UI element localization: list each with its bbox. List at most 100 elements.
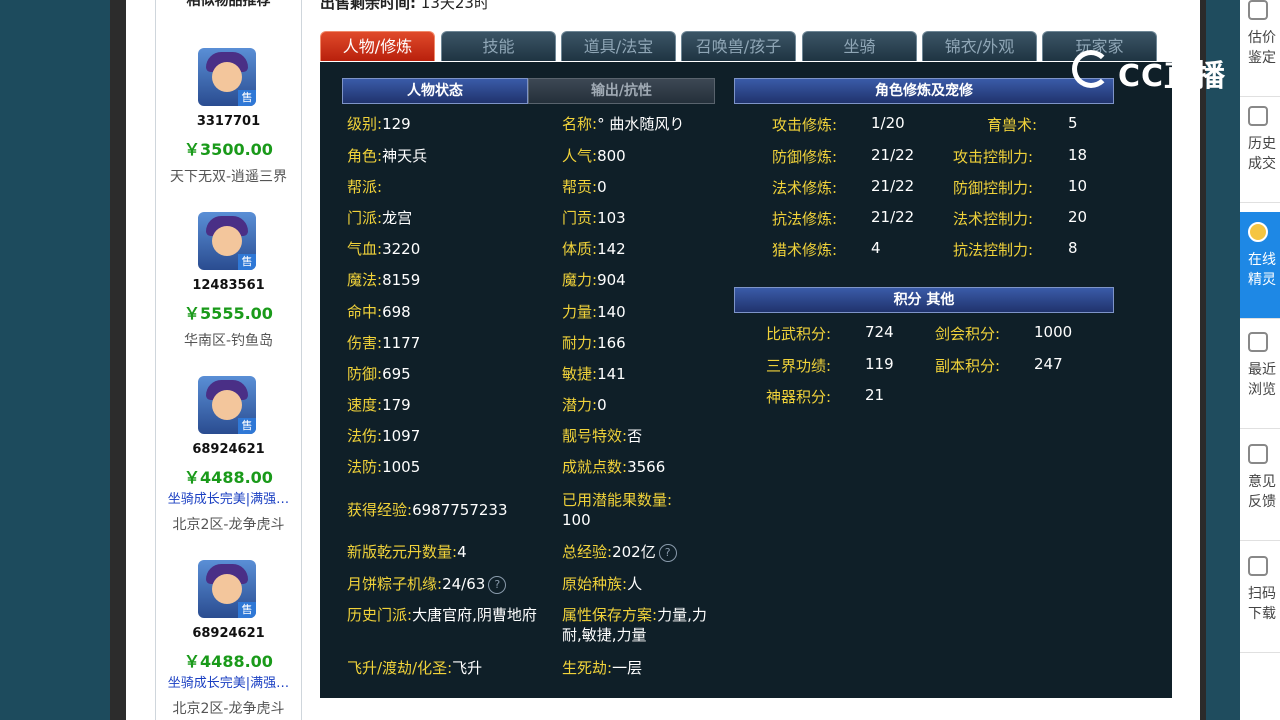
field-mp: 魔法:8159 — [347, 271, 421, 289]
field-school-contrib: 门贡:103 — [562, 209, 626, 227]
status-header[interactable]: 人物状态 — [342, 78, 528, 104]
points-label: 副本积分: — [935, 357, 1001, 375]
field-magic-power: 魔力:904 — [562, 271, 626, 289]
cc-live-logo: CC直播 — [1070, 48, 1240, 94]
field-name: 名称:° 曲水随风り — [562, 115, 685, 133]
field-hit: 命中:698 — [347, 303, 411, 321]
rp-recent[interactable]: 最近 浏览 — [1240, 322, 1280, 429]
cult-value: 8 — [1068, 239, 1078, 257]
avatar[interactable]: 售 — [198, 560, 256, 618]
left-background — [0, 0, 110, 720]
item-server: 北京2区-龙争虎斗 — [172, 701, 285, 717]
field-potential: 潜力:0 — [562, 396, 607, 414]
similar-item[interactable]: 售 68924621 ￥4488.00 坐骑成长完美|满强… 北京2区-龙争虎斗 — [156, 560, 301, 720]
item-server: 北京2区-龙争虎斗 — [172, 517, 285, 533]
field-achievement: 成就点数:3566 — [562, 458, 666, 476]
tab-character[interactable]: 人物/修炼 — [320, 31, 435, 61]
cult-value: 21/22 — [871, 208, 915, 226]
rp-history[interactable]: 历史 成交 — [1240, 96, 1280, 203]
field-feisheng: 飞升/渡劫/化圣:飞升 — [347, 659, 483, 677]
item-desc-link[interactable]: 坐骑成长完美|满强… — [156, 488, 301, 507]
cult-label: 育兽术: — [987, 116, 1038, 134]
help-icon[interactable]: ? — [488, 575, 507, 594]
points-value: 119 — [865, 355, 894, 373]
field-defense: 防御:695 — [347, 365, 411, 383]
field-popularity: 人气:800 — [562, 147, 626, 165]
help-icon[interactable]: ? — [658, 543, 677, 562]
rp-online-spirit[interactable]: 在线 精灵 — [1240, 212, 1280, 319]
tab-items[interactable]: 道具/法宝 — [561, 31, 676, 61]
tab-pets[interactable]: 召唤兽/孩子 — [681, 31, 796, 61]
cult-value: 4 — [871, 239, 881, 257]
field-guild-contrib: 帮贡:0 — [562, 178, 607, 196]
field-level: 级别:129 — [347, 115, 411, 133]
field-magic-defense: 法防:1005 — [347, 458, 421, 476]
left-scroll-strip — [110, 0, 126, 720]
cult-label: 猎术修炼: — [772, 241, 838, 259]
item-price: ￥3500.00 — [184, 140, 273, 159]
output-resist-header[interactable]: 输出/抗性 — [528, 78, 715, 104]
rp-estimate[interactable]: 估价 鉴定 — [1240, 0, 1280, 97]
item-server: 华南区-钓鱼岛 — [183, 333, 274, 349]
field-shengsijie: 生死劫:一层 — [562, 659, 643, 677]
tab-appearance[interactable]: 锦衣/外观 — [922, 31, 1037, 61]
cult-label: 攻击修炼: — [772, 116, 838, 134]
field-history-school: 历史门派:大唐官府,阴曹地府 — [347, 606, 537, 624]
rp-feedback[interactable]: 意见 反馈 — [1240, 434, 1280, 541]
points-label: 比武积分: — [766, 325, 832, 343]
cult-value: 10 — [1068, 177, 1088, 195]
cult-label: 防御控制力: — [953, 179, 1034, 197]
similar-item[interactable]: 售 3317701 ￥3500.00 天下无双-逍遥三界 — [156, 48, 301, 208]
cult-value: 21/22 — [871, 146, 915, 164]
rp-download[interactable]: 扫码 下载 — [1240, 546, 1280, 653]
field-role: 角色:神天兵 — [347, 147, 428, 165]
cc-logo-text: CC直播 — [1118, 59, 1227, 94]
cult-value: 18 — [1068, 146, 1088, 164]
tab-mounts[interactable]: 坐骑 — [802, 31, 917, 61]
field-school: 门派:龙宫 — [347, 209, 413, 227]
cult-label: 抗法控制力: — [953, 241, 1034, 259]
cult-value: 1/20 — [871, 114, 905, 132]
field-agility: 敏捷:141 — [562, 365, 626, 383]
item-desc-link[interactable]: 坐骑成长完美|满强… — [156, 672, 301, 691]
field-hp: 气血:3220 — [347, 240, 421, 258]
sale-tag: 售 — [238, 602, 256, 618]
points-value: 247 — [1034, 355, 1063, 373]
item-id: 12483561 — [192, 278, 265, 293]
similar-items-title: 相似物品推荐 — [186, 0, 271, 9]
sale-time-label: 出售剩余时间: — [320, 0, 416, 12]
sale-tag: 售 — [238, 418, 256, 434]
tab-skills[interactable]: 技能 — [441, 31, 556, 61]
edit-icon — [1248, 444, 1268, 464]
cultivation-header: 角色修炼及宠修 — [734, 78, 1114, 104]
check-icon — [1248, 106, 1268, 126]
item-id: 68924621 — [192, 626, 265, 641]
sale-time-value: 13天23时 — [420, 0, 489, 12]
points-label: 神器积分: — [766, 388, 832, 406]
item-id: 68924621 — [192, 442, 265, 457]
sale-tag: 售 — [238, 90, 256, 106]
item-server: 天下无双-逍遥三界 — [169, 169, 288, 185]
clock-icon — [1248, 332, 1268, 352]
field-constitution: 体质:142 — [562, 240, 626, 258]
right-float-panel: 估价 鉴定 历史 成交 在线 精灵 最近 浏览 意见 反馈 扫码 下载 — [1240, 0, 1280, 720]
avatar-icon — [1248, 222, 1268, 242]
similar-item[interactable]: 售 12483561 ￥5555.00 华南区-钓鱼岛 — [156, 212, 301, 372]
cult-value: 20 — [1068, 208, 1088, 226]
gear-icon — [1248, 0, 1268, 20]
sale-tag: 售 — [238, 254, 256, 270]
item-price: ￥5555.00 — [184, 304, 273, 323]
avatar[interactable]: 售 — [198, 48, 256, 106]
cult-value: 21/22 — [871, 177, 915, 195]
cult-value: 5 — [1068, 114, 1078, 132]
field-attr-plan: 属性保存方案:力量,力耐,敏捷,力量 — [562, 606, 707, 644]
cc-logo-icon — [1072, 50, 1110, 88]
points-label: 剑会积分: — [935, 325, 1001, 343]
field-damage: 伤害:1177 — [347, 334, 421, 352]
points-value: 21 — [865, 386, 885, 404]
cult-label: 防御修炼: — [772, 148, 838, 166]
scan-icon — [1248, 556, 1268, 576]
avatar[interactable]: 售 — [198, 212, 256, 270]
similar-item[interactable]: 售 68924621 ￥4488.00 坐骑成长完美|满强… 北京2区-龙争虎斗 — [156, 376, 301, 536]
avatar[interactable]: 售 — [198, 376, 256, 434]
